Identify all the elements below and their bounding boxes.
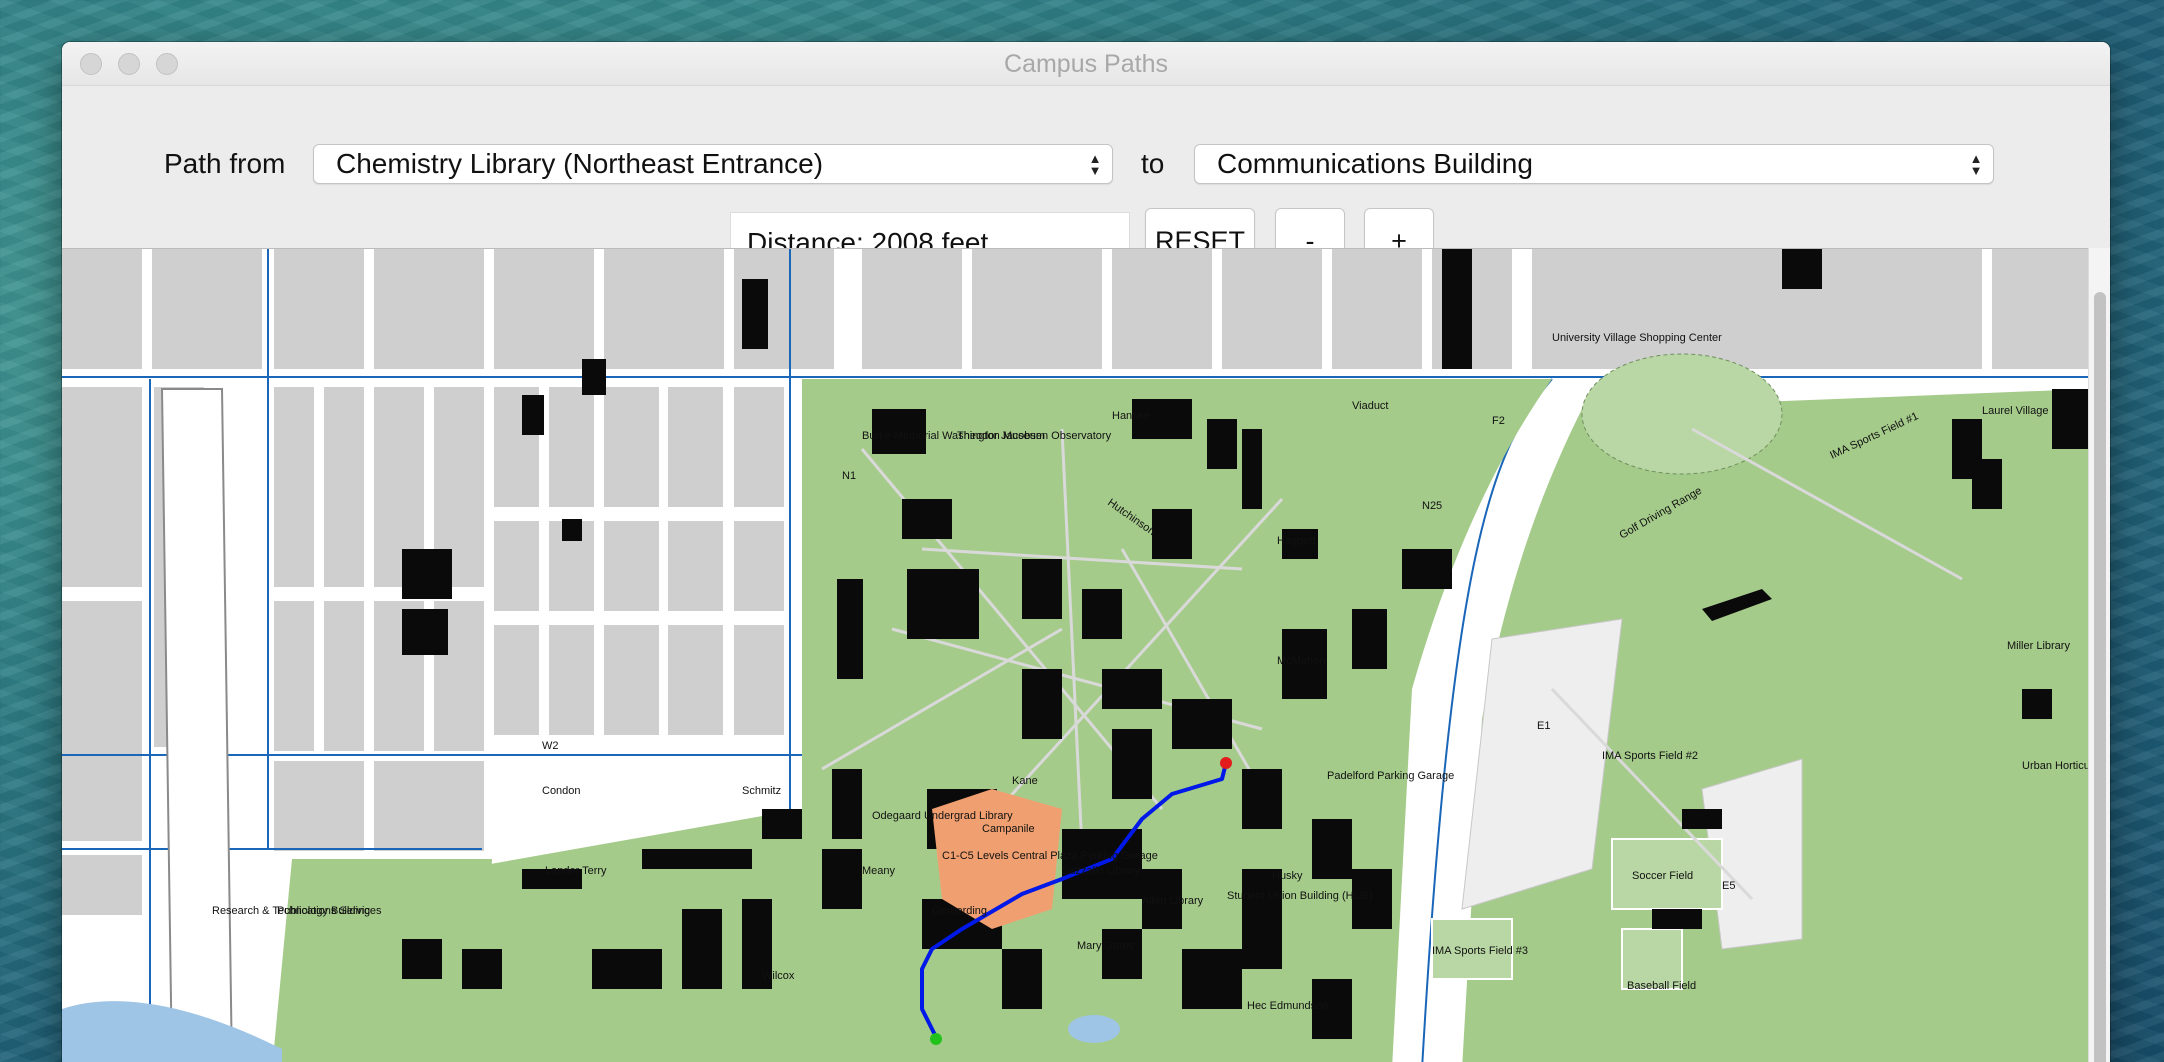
label-haggett: Haggett bbox=[1277, 535, 1316, 547]
label-padelford: Padelford Parking Garage bbox=[1327, 770, 1454, 782]
building bbox=[402, 549, 452, 599]
label-husky: Husky bbox=[1272, 870, 1303, 882]
building bbox=[1152, 509, 1192, 559]
building bbox=[1207, 419, 1237, 469]
building bbox=[902, 499, 952, 539]
building bbox=[522, 395, 544, 435]
label-ima-field-3: IMA Sports Field #3 bbox=[1432, 945, 1528, 957]
label-research: Research & Technology Building bbox=[212, 905, 370, 917]
label-campanile: Campanile bbox=[982, 823, 1035, 835]
to-label: to bbox=[1141, 148, 1165, 179]
building bbox=[402, 609, 448, 655]
building bbox=[1312, 819, 1352, 879]
building bbox=[1782, 249, 1822, 289]
building bbox=[1172, 699, 1232, 749]
building bbox=[762, 809, 802, 839]
building bbox=[1442, 249, 1472, 369]
west-campus-area bbox=[272, 859, 492, 1062]
label-laurel-village: Laurel Village bbox=[1982, 405, 2048, 417]
building bbox=[562, 519, 582, 541]
campus-map-canvas[interactable]: C1-C5 Levels Central Plaza Parking Garag… bbox=[62, 249, 2088, 1062]
label-schmitz: Schmitz bbox=[742, 785, 781, 797]
building bbox=[1112, 729, 1152, 799]
path-from-label: Path from bbox=[164, 148, 286, 179]
control-panel: Path from Chemistry Library (Northeast E… bbox=[62, 86, 2110, 274]
building bbox=[1402, 549, 1452, 589]
building bbox=[1242, 429, 1262, 509]
building bbox=[1102, 669, 1162, 709]
label-allen-library: Allen Library bbox=[1142, 895, 1204, 907]
label-hec-edmundson: Hec Edmundson bbox=[1247, 1000, 1328, 1012]
to-building-value: Communications Building bbox=[1217, 148, 1533, 179]
building bbox=[822, 849, 862, 909]
map-scrollbar-thumb[interactable] bbox=[2094, 292, 2106, 1062]
label-odegaard: Odegaard Undergrad Library bbox=[872, 810, 1013, 822]
building bbox=[1182, 949, 1242, 1009]
campus-map[interactable]: C1-C5 Levels Central Plaza Parking Garag… bbox=[62, 248, 2110, 1062]
golf-driving-range bbox=[1581, 353, 1783, 475]
building bbox=[742, 279, 768, 349]
building bbox=[1972, 459, 2002, 509]
label-hansee: Hansee bbox=[1112, 410, 1150, 422]
building bbox=[642, 849, 752, 869]
building bbox=[1682, 809, 1722, 829]
route-end-marker bbox=[930, 1033, 942, 1045]
building bbox=[1102, 929, 1142, 979]
building bbox=[462, 949, 502, 989]
building bbox=[832, 769, 862, 839]
label-mary-gates: Mary Gates bbox=[1077, 940, 1134, 952]
freeway bbox=[160, 388, 233, 1062]
building bbox=[1242, 869, 1282, 969]
label-w2: W2 bbox=[542, 740, 559, 752]
label-baseball: Baseball Field bbox=[1627, 980, 1696, 992]
from-building-value: Chemistry Library (Northeast Entrance) bbox=[336, 148, 824, 179]
building bbox=[2022, 689, 2052, 719]
building bbox=[1652, 909, 1702, 929]
label-e1: E1 bbox=[1537, 720, 1550, 732]
label-miller-library: Miller Library bbox=[2007, 640, 2070, 652]
building bbox=[1002, 949, 1042, 1009]
label-mcmahon: McMahon bbox=[1277, 655, 1325, 667]
label-kane: Kane bbox=[1012, 775, 1038, 787]
building bbox=[682, 909, 722, 989]
label-soccer: Soccer Field bbox=[1632, 870, 1693, 882]
building bbox=[402, 939, 442, 979]
building bbox=[1082, 589, 1122, 639]
building bbox=[1352, 609, 1387, 669]
select-arrows-icon: ▲ ▼ bbox=[1088, 151, 1102, 178]
label-ima-field-2: IMA Sports Field #2 bbox=[1602, 750, 1698, 762]
building bbox=[907, 569, 979, 639]
label-urban-hort: Urban Horticulture Center bbox=[2022, 760, 2088, 772]
label-suzzallo: Suzzallo Library bbox=[1062, 865, 1141, 877]
label-condon: Condon bbox=[542, 785, 581, 797]
label-wilcox: Wilcox bbox=[762, 970, 795, 982]
label-central-plaza: C1-C5 Levels Central Plaza Parking Garag… bbox=[942, 850, 1158, 862]
label-n25: N25 bbox=[1422, 500, 1442, 512]
label-viaduct: Viaduct bbox=[1352, 400, 1389, 412]
label-gerberding: Gerberding bbox=[932, 905, 987, 917]
label-hub: Student Union Building (HUB) bbox=[1227, 890, 1373, 902]
label-burke: Burke Memorial Washington Museum bbox=[862, 430, 1045, 442]
drumheller-fountain bbox=[1068, 1015, 1120, 1043]
select-arrows-icon: ▲ ▼ bbox=[1969, 151, 1983, 178]
label-lander-terry: Lander Terry bbox=[545, 865, 607, 877]
label-village-center: University Village Shopping Center bbox=[1552, 332, 1722, 344]
from-building-select[interactable]: Chemistry Library (Northeast Entrance) ▲… bbox=[313, 144, 1113, 184]
route-start-marker bbox=[1220, 757, 1232, 769]
building bbox=[1022, 559, 1062, 619]
to-building-select[interactable]: Communications Building ▲ ▼ bbox=[1194, 144, 1994, 184]
building bbox=[1242, 769, 1282, 829]
label-f2: F2 bbox=[1492, 415, 1505, 427]
label-e5: E5 bbox=[1722, 880, 1735, 892]
window-title: Campus Paths bbox=[1004, 50, 1168, 78]
label-meany: Meany bbox=[862, 865, 896, 877]
building bbox=[592, 949, 662, 989]
building bbox=[1022, 669, 1062, 739]
building bbox=[582, 359, 606, 395]
title-bar: Campus Paths bbox=[62, 42, 2110, 86]
building bbox=[2052, 389, 2088, 449]
building bbox=[837, 579, 863, 679]
app-window: Campus Paths Path from Chemistry Library… bbox=[62, 42, 2110, 1062]
label-n1: N1 bbox=[842, 470, 856, 482]
